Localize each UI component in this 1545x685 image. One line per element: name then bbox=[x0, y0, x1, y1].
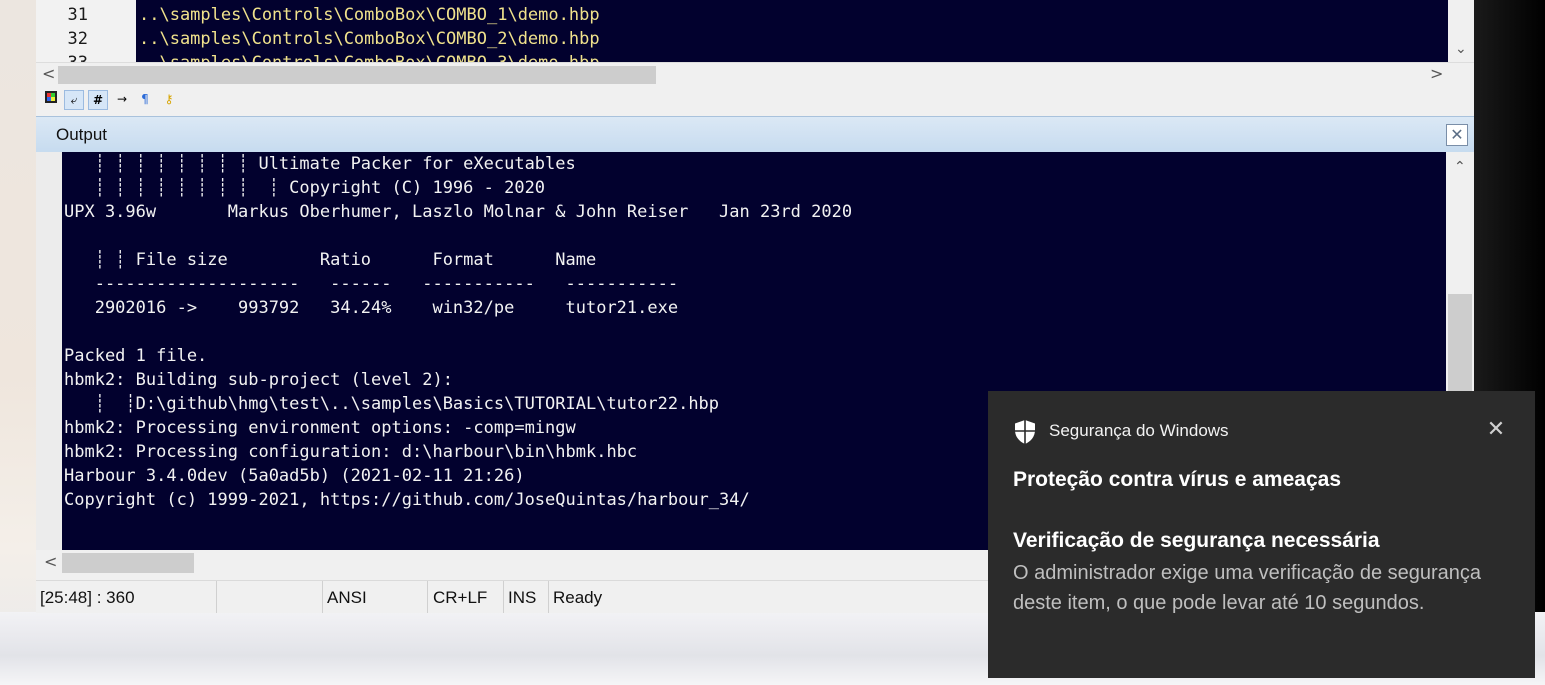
output-line: hbmk2: Building sub-project (level 2): bbox=[64, 370, 453, 390]
output-gutter bbox=[36, 152, 62, 550]
output-line: ┊ ┊ ┊ ┊ ┊ ┊ ┊ ┊ Ultimate Packer for eXec… bbox=[64, 154, 576, 174]
scroll-left-icon[interactable]: < bbox=[44, 554, 57, 570]
code-line: ..\samples\Controls\ComboBox\COMBO_2\dem… bbox=[139, 29, 600, 49]
toast-heading: Proteção contra vírus e ameaças bbox=[1013, 468, 1342, 491]
scrollbar-thumb[interactable] bbox=[62, 553, 194, 573]
output-line: -------------------- ------ ----------- … bbox=[64, 274, 679, 294]
output-line: ┊ ┊D:\github\hmg\test\..\samples\Basics\… bbox=[64, 394, 720, 414]
scrollbar-thumb[interactable] bbox=[58, 66, 656, 84]
code-line: ..\samples\Controls\ComboBox\COMBO_1\dem… bbox=[139, 5, 600, 25]
scroll-left-icon[interactable]: < bbox=[42, 66, 55, 82]
toast-body-text: O administrador exige uma verificação de… bbox=[1013, 562, 1482, 614]
color-icon[interactable] bbox=[42, 90, 60, 108]
word-wrap-icon[interactable]: ⤶ bbox=[64, 90, 84, 110]
security-notification-toast[interactable]: Segurança do Windows ✕ Proteção contra v… bbox=[988, 391, 1535, 678]
line-number-gutter: 31 32 33 bbox=[36, 0, 136, 73]
code-editor[interactable]: 31 32 33 ..\samples\Controls\ComboBox\CO… bbox=[36, 0, 1474, 73]
code-line: ..\samples\Controls\ComboBox\COMBO_3\dem… bbox=[139, 51, 600, 62]
tab-icon[interactable]: → bbox=[113, 90, 131, 108]
output-line: Harbour 3.4.0dev (5a0ad5b) (2021-02-11 2… bbox=[64, 466, 525, 486]
code-area[interactable]: ..\samples\Controls\ComboBox\COMBO_1\dem… bbox=[136, 0, 1448, 62]
output-line: Packed 1 file. bbox=[64, 346, 208, 366]
output-panel-header: Output ✕ bbox=[36, 116, 1474, 153]
scroll-up-icon[interactable]: ⌃ bbox=[1454, 160, 1466, 174]
line-number: 31 bbox=[67, 5, 88, 25]
line-ending-indicator[interactable]: CR+LF bbox=[428, 581, 504, 613]
scroll-down-icon[interactable]: ⌄ bbox=[1455, 42, 1467, 56]
output-line: ┊ ┊ File size Ratio Format Name bbox=[64, 250, 597, 270]
encoding-indicator[interactable]: ANSI bbox=[323, 581, 428, 613]
output-line: hbmk2: Processing configuration: d:\harb… bbox=[64, 442, 638, 462]
editor-vertical-scrollbar[interactable]: ⌄ bbox=[1448, 0, 1474, 62]
output-line: 2902016 -> 993792 34.24% win32/pe tutor2… bbox=[64, 298, 679, 318]
insert-mode-indicator[interactable]: INS bbox=[504, 581, 549, 613]
pilcrow-icon[interactable]: ¶ bbox=[136, 90, 154, 108]
line-numbers-icon[interactable]: # bbox=[88, 90, 108, 110]
output-line: ┊ ┊ ┊ ┊ ┊ ┊ ┊ ┊ ┊ Copyright (C) 1996 - 2… bbox=[64, 178, 546, 198]
desktop-background-left bbox=[0, 0, 38, 685]
close-icon[interactable]: ✕ bbox=[1446, 124, 1468, 146]
output-line: hbmk2: Processing environment options: -… bbox=[64, 418, 576, 438]
toast-app-name: Segurança do Windows bbox=[1049, 421, 1229, 440]
editor-toolbar: ⤶ # → ¶ ⚷ bbox=[36, 86, 1474, 112]
output-line: Copyright (c) 1999-2021, https://github.… bbox=[64, 490, 750, 510]
key-icon[interactable]: ⚷ bbox=[160, 90, 178, 108]
scroll-right-icon[interactable]: > bbox=[1430, 66, 1443, 82]
toast-subheading: Verificação de segurança necessária bbox=[1013, 529, 1380, 552]
editor-horizontal-scrollbar[interactable]: < > bbox=[36, 62, 1474, 87]
cursor-position: [25:48] : 360 bbox=[36, 581, 217, 613]
output-panel-title: Output bbox=[56, 125, 108, 144]
close-icon[interactable]: ✕ bbox=[1484, 417, 1508, 441]
status-empty-cell bbox=[217, 581, 323, 613]
status-text: Ready bbox=[553, 588, 603, 607]
output-line: UPX 3.96w Markus Oberhumer, Laszlo Molna… bbox=[64, 202, 853, 222]
shield-icon bbox=[1015, 420, 1035, 444]
line-number: 32 bbox=[67, 29, 88, 49]
